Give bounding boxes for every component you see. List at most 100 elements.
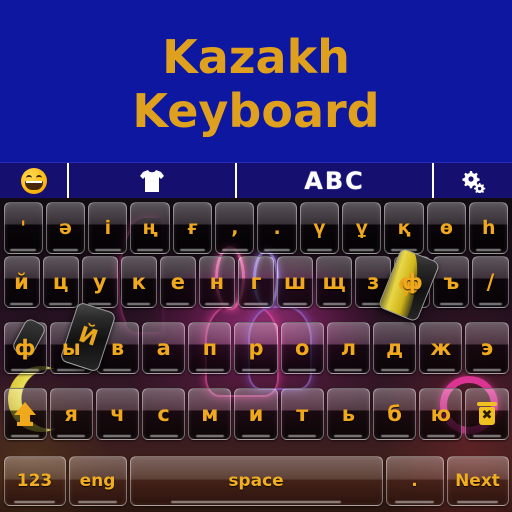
key-label: ғ — [187, 216, 198, 239]
key-sha[interactable]: ш — [277, 256, 314, 308]
key-label: eng — [79, 470, 116, 491]
backspace-trash-icon: ✖ — [476, 402, 498, 426]
emoji-mouth — [24, 180, 43, 190]
shift-icon — [14, 402, 37, 426]
key-label: н — [209, 269, 225, 294]
trash-lid — [476, 402, 497, 406]
key-label: ч — [110, 401, 125, 426]
key-comma[interactable]: , — [215, 202, 255, 254]
key-el[interactable]: л — [326, 322, 370, 374]
key-zhe[interactable]: ж — [419, 322, 463, 374]
key-ka[interactable]: к — [120, 256, 157, 308]
key-es[interactable]: с — [142, 388, 186, 440]
key-slash[interactable]: / — [472, 256, 509, 308]
key-er[interactable]: р — [234, 322, 278, 374]
key-label: й — [14, 269, 29, 294]
key-label: ң — [142, 216, 158, 239]
key-qa[interactable]: қ — [384, 202, 424, 254]
shift-key[interactable] — [3, 388, 47, 440]
key-label: и — [248, 401, 264, 426]
key-de[interactable]: д — [373, 322, 417, 374]
key-che[interactable]: ч — [95, 388, 140, 440]
key-ghe[interactable]: г — [237, 256, 275, 308]
key-label: ь — [341, 401, 356, 426]
key-label: қ — [397, 216, 411, 239]
key-period[interactable]: . — [257, 202, 297, 254]
key-i[interactable]: и — [234, 388, 278, 440]
keyboard-area: ' ә і ң ғ , . ү ұ қ ө һ й ц у к е н г ш … — [0, 198, 512, 512]
key-te[interactable]: т — [280, 388, 324, 440]
key-label: / — [486, 269, 495, 294]
key-label: я — [64, 401, 79, 426]
keyboard-row-4: я ч с м и т ь б ю ✖ — [0, 388, 512, 440]
period-key[interactable]: . — [385, 456, 444, 506]
backspace-key[interactable]: ✖ — [465, 388, 509, 440]
key-label: 123 — [16, 470, 53, 491]
key-label: ж — [430, 335, 452, 360]
key-tse[interactable]: ц — [42, 256, 79, 308]
key-label: п — [202, 335, 218, 360]
shift-arrow-stem — [20, 414, 31, 422]
key-label: г — [250, 269, 262, 294]
key-label: ү — [313, 216, 326, 239]
key-barred-o[interactable]: ө — [426, 202, 467, 254]
key-label: ұ — [355, 216, 368, 239]
key-label: а — [156, 335, 171, 360]
key-shha[interactable]: һ — [469, 202, 509, 254]
language-key[interactable]: eng — [68, 456, 127, 506]
key-apostrophe[interactable]: ' — [3, 202, 43, 254]
app-title-line2: Keyboard — [132, 84, 380, 138]
key-label: р — [248, 335, 264, 360]
key-e[interactable]: э — [465, 322, 509, 374]
key-label: һ — [482, 216, 496, 239]
key-label: о — [295, 335, 310, 360]
key-eng[interactable]: ң — [130, 202, 170, 254]
key-be[interactable]: б — [373, 388, 417, 440]
keyboard-row-1: ' ә і ң ғ , . ү ұ қ ө һ — [0, 202, 512, 254]
key-soft-sign[interactable]: ь — [326, 388, 370, 440]
key-label: ' — [20, 216, 27, 239]
key-shcha[interactable]: щ — [316, 256, 353, 308]
key-label: б — [387, 401, 402, 426]
key-u[interactable]: у — [81, 256, 118, 308]
key-ie[interactable]: е — [159, 256, 196, 308]
key-label: і — [104, 216, 112, 239]
key-label: м — [201, 401, 219, 426]
key-em[interactable]: м — [188, 388, 232, 440]
key-hard-sign[interactable]: ъ — [433, 256, 470, 308]
keyboard-toolbar: ABC — [0, 162, 512, 198]
grinning-face-emoji — [20, 167, 47, 194]
key-u-straight[interactable]: ү — [299, 202, 340, 254]
app-banner: Kazakh Keyboard — [0, 0, 512, 162]
key-label: ъ — [443, 269, 460, 294]
key-yu[interactable]: ю — [419, 388, 463, 440]
key-label: з — [367, 269, 380, 294]
key-label: , — [231, 216, 239, 239]
key-label: ц — [52, 269, 69, 294]
key-schwa[interactable]: ә — [45, 202, 86, 254]
key-short-i[interactable]: й — [3, 256, 40, 308]
key-pe[interactable]: п — [188, 322, 232, 374]
key-o[interactable]: о — [280, 322, 324, 374]
theme-button[interactable] — [69, 163, 235, 198]
key-label: ы — [61, 335, 81, 360]
key-a[interactable]: а — [142, 322, 186, 374]
key-label: е — [170, 269, 185, 294]
next-key[interactable]: Next — [446, 456, 509, 506]
key-ghayn[interactable]: ғ — [172, 202, 213, 254]
key-label: ф — [14, 335, 36, 360]
key-label: space — [228, 470, 284, 491]
key-u-stroke[interactable]: ұ — [342, 202, 382, 254]
key-label: д — [386, 335, 404, 360]
settings-button[interactable] — [434, 163, 512, 198]
key-label: ә — [59, 216, 72, 239]
key-label: ө — [439, 216, 453, 239]
key-ya[interactable]: я — [49, 388, 93, 440]
numeric-key[interactable]: 123 — [3, 456, 66, 506]
space-key[interactable]: space — [129, 456, 383, 506]
key-label: ю — [430, 401, 451, 426]
key-en[interactable]: н — [198, 256, 235, 308]
emoji-button[interactable] — [0, 163, 67, 198]
abc-button[interactable]: ABC — [237, 163, 432, 198]
key-i-dotted[interactable]: і — [88, 202, 128, 254]
